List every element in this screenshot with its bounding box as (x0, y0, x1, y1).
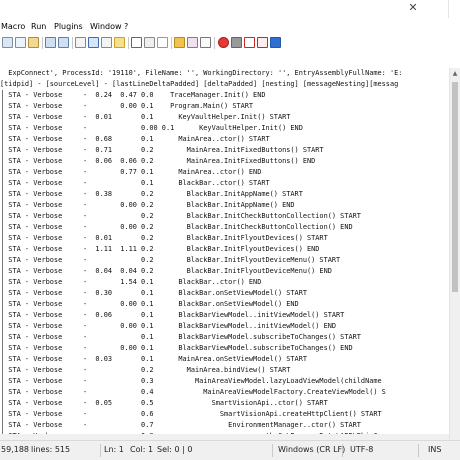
status-separator (418, 444, 419, 457)
play-multiple-icon[interactable] (257, 37, 268, 48)
status-ln: Ln: 1 (104, 445, 124, 454)
vertical-scrollbar[interactable]: ▲ (449, 68, 460, 440)
editor-line[interactable]: STA - Verbose - 0.06 0.06 0.2 MainArea.I… (0, 156, 449, 167)
zoom-out-icon[interactable] (114, 37, 125, 48)
editor-line[interactable]: STA - Verbose - 0.00 0.1 Program.Main() … (0, 101, 449, 112)
editor-line[interactable]: STA - Verbose - 0.24 0.47 0.0 TraceManag… (0, 90, 449, 101)
editor-line[interactable]: STA - Verbose - 0.30 0.1 BlackBar.onSetV… (0, 288, 449, 299)
status-separator (272, 444, 273, 457)
editor-line[interactable]: STA - Verbose - 0.6 SmartVisionApi.creat… (0, 409, 449, 420)
save-macro-icon[interactable] (270, 37, 281, 48)
editor-line[interactable]: STA - Verbose - 0.1 BlackBar..ctor() STA… (0, 178, 449, 189)
toolbar-separator (72, 37, 73, 49)
status-lines: lines: 515 (31, 445, 71, 454)
editor-line[interactable]: STA - Verbose - 1.11 1.11 0.2 BlackBar.I… (0, 244, 449, 255)
cut-icon[interactable] (2, 37, 13, 48)
status-separator (342, 444, 343, 457)
close-icon[interactable]: ✕ (408, 2, 418, 13)
menu-plugins[interactable]: Plugins (54, 21, 83, 33)
editor-line[interactable]: STA - Verbose - 0.01 0.2 BlackBar.InitFl… (0, 233, 449, 244)
editor-line[interactable]: STA - Verbose - 0.06 0.1 BlackBarViewMod… (0, 310, 449, 321)
editor-line[interactable]: STA - Verbose - 0.7 EnvironmentManager..… (0, 420, 449, 431)
stop-icon[interactable] (231, 37, 242, 48)
scrollbar-thumb[interactable] (452, 82, 458, 292)
wrap-icon[interactable] (144, 37, 155, 48)
editor-line[interactable]: STA - Verbose - 0.00 0.1 KeyVaultHelper.… (0, 123, 449, 134)
title-bar: ✕ (0, 0, 460, 18)
status-eol[interactable]: Windows (CR LF) (278, 441, 345, 459)
undo-icon[interactable] (45, 37, 56, 48)
editor-line[interactable]: ExpConnect', ProcessId: '19110', FileNam… (0, 68, 449, 79)
status-separator (100, 444, 101, 457)
status-length: 59,188 (1, 445, 29, 454)
menu-help[interactable]: ? (124, 21, 128, 33)
editor-line[interactable]: STA - Verbose - 0.03 0.1 MainArea.onSetV… (0, 354, 449, 365)
editor-line[interactable]: STA - Verbose - 1.54 0.1 BlackBar..ctor(… (0, 277, 449, 288)
editor-line[interactable]: STA - Verbose - 0.00 0.1 BlackBar.onSetV… (0, 299, 449, 310)
status-encoding[interactable]: UTF-8 (350, 441, 373, 459)
all-chars-icon[interactable] (187, 37, 198, 48)
sync-icon[interactable] (131, 37, 142, 48)
paste-icon[interactable] (28, 37, 39, 48)
status-mode[interactable]: INS (428, 441, 441, 459)
editor-line[interactable]: STA - Verbose - 0.2 BlackBar.InitCheckBu… (0, 211, 449, 222)
editor-line[interactable]: STA - Verbose - 0.00 0.2 BlackBar.InitAp… (0, 200, 449, 211)
toolbar-separator (171, 37, 172, 49)
status-bar: 59,188 lines: 515 Ln: 1 Col: 1 Sel: 0 | … (0, 440, 460, 460)
replace-icon[interactable] (88, 37, 99, 48)
menu-bar: Macro Run Plugins Window ? (0, 20, 460, 34)
eye-icon[interactable] (200, 37, 211, 48)
editor-line[interactable]: STA - Verbose - 0.00 0.2 BlackBar.InitCh… (0, 222, 449, 233)
editor-line[interactable]: STA - Verbose - 0.77 0.1 MainArea..ctor(… (0, 167, 449, 178)
editor-line[interactable]: STA - Verbose - 0.4 MainAreaViewModelFac… (0, 387, 449, 398)
editor-text-area[interactable]: ExpConnect', ProcessId: '19110', FileNam… (0, 68, 449, 440)
editor-line[interactable]: STA - Verbose - 0.2 MainArea.bindView() … (0, 365, 449, 376)
toolbar-separator (128, 37, 129, 49)
toolbar (0, 35, 460, 51)
menu-window[interactable]: Window (90, 21, 122, 33)
editor-line[interactable]: STA - Verbose - 0.04 0.04 0.2 BlackBar.I… (0, 266, 449, 277)
status-sel: Sel: 0 | 0 (157, 445, 193, 454)
editor-line[interactable]: STA - Verbose - 0.38 0.2 BlackBar.InitAp… (0, 189, 449, 200)
editor-line[interactable]: STA - Verbose - 0.01 0.1 KeyVaultHelper.… (0, 112, 449, 123)
record-icon[interactable] (218, 37, 229, 48)
editor-line[interactable]: STA - Verbose - 0.1 BlackBarViewModel.su… (0, 332, 449, 343)
editor-line[interactable]: STA - Verbose - 0.00 0.1 BlackBarViewMod… (0, 343, 449, 354)
editor-line[interactable]: STA - Verbose - 0.3 MainAreaViewModel.la… (0, 376, 449, 387)
zoom-in-icon[interactable] (101, 37, 112, 48)
editor-line[interactable]: [tidpid] - [sourceLevel] - [lastLineDelt… (0, 79, 449, 90)
editor-line[interactable]: STA - Verbose - 0.68 0.1 MainArea..ctor(… (0, 134, 449, 145)
menu-run[interactable]: Run (31, 21, 46, 33)
toolbar-separator (214, 37, 215, 49)
scroll-up-icon[interactable]: ▲ (451, 70, 459, 78)
menu-macro[interactable]: Macro (1, 21, 25, 33)
play-icon[interactable] (244, 37, 255, 48)
indent-guide-icon[interactable] (157, 37, 168, 48)
status-col: Col: 1 (130, 445, 154, 454)
editor-line[interactable]: STA - Verbose - 0.05 0.5 SmartVisionApi.… (0, 398, 449, 409)
editor-line[interactable]: STA - Verbose - 0.71 0.2 MainArea.InitFi… (0, 145, 449, 156)
folder-icon[interactable] (174, 37, 185, 48)
editor-line[interactable]: STA - Verbose - 0.2 BlackBar.InitFlyoutD… (0, 255, 449, 266)
editor-line[interactable]: STA - Verbose - 0.00 0.1 BlackBarViewMod… (0, 321, 449, 332)
toolbar-separator (42, 37, 43, 49)
find-icon[interactable] (75, 37, 86, 48)
copy-icon[interactable] (15, 37, 26, 48)
redo-icon[interactable] (58, 37, 69, 48)
title-separator (448, 0, 449, 18)
